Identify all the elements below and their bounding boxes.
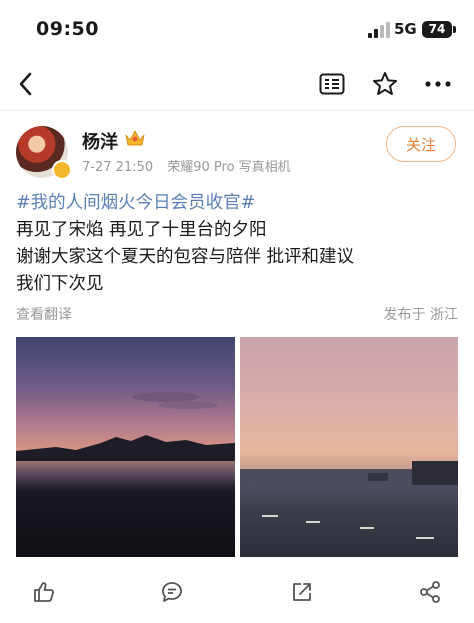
road-marking xyxy=(416,537,434,539)
post-location: 发布于 浙江 xyxy=(383,307,458,323)
battery-icon: 74 xyxy=(422,21,452,38)
thumbs-up-icon xyxy=(34,582,55,602)
back-button[interactable] xyxy=(12,70,40,98)
battery-tip xyxy=(453,26,456,33)
post-line: 我们下次见 xyxy=(16,274,104,294)
comment-button[interactable] xyxy=(158,578,186,606)
comment-icon xyxy=(162,582,182,602)
translate-link[interactable]: 查看翻译 xyxy=(16,304,72,324)
post-photo-1[interactable] xyxy=(16,337,235,557)
reader-mode-icon xyxy=(319,73,345,95)
battery-level: 74 xyxy=(428,22,446,36)
crown-icon xyxy=(125,129,145,146)
cloud-shape xyxy=(132,392,218,409)
road-marking xyxy=(306,521,320,523)
post-line: 谢谢大家这个夏天的包容与陪伴 批评和建议 xyxy=(16,247,355,267)
follow-button[interactable]: 关注 xyxy=(386,126,456,162)
road-marking xyxy=(360,527,374,529)
post-device: 荣耀90 Pro 写真相机 xyxy=(167,160,291,175)
buildings-silhouette xyxy=(240,461,458,485)
road-marking xyxy=(262,515,278,517)
status-bar: 09:50 5G 74 xyxy=(0,0,474,58)
status-time: 09:50 xyxy=(36,18,99,40)
reader-mode-button[interactable] xyxy=(318,70,346,98)
chevron-left-icon xyxy=(19,72,32,96)
translate-row: 查看翻译 发布于 浙江 xyxy=(16,304,458,326)
share-icon xyxy=(420,581,440,603)
like-button[interactable] xyxy=(30,578,58,606)
star-icon xyxy=(373,72,397,95)
post-body: #我的人间烟火今日会员收官# 再见了宋焰 再见了十里台的夕阳 谢谢大家这个夏天的… xyxy=(16,190,460,298)
nav-bar xyxy=(0,58,474,111)
post-date: 7-27 21:50 xyxy=(82,160,154,175)
share-button[interactable] xyxy=(416,578,444,606)
more-dots-icon xyxy=(425,81,451,87)
repost-button[interactable] xyxy=(288,578,316,606)
repost-icon xyxy=(293,583,311,601)
author-row: 杨洋 7-27 21:50 荣耀90 Pro 写真相机 关注 xyxy=(0,118,474,184)
post-meta: 7-27 21:50 荣耀90 Pro 写真相机 xyxy=(82,156,301,175)
post-photo-2[interactable] xyxy=(240,337,458,557)
hills-silhouette xyxy=(16,435,235,461)
signal-icon xyxy=(368,22,390,38)
author-name[interactable]: 杨洋 xyxy=(82,128,118,154)
favorite-button[interactable] xyxy=(371,70,399,98)
network-type: 5G xyxy=(394,20,417,38)
action-bar xyxy=(0,566,474,618)
verified-badge-icon xyxy=(52,160,72,180)
hashtag-link[interactable]: #我的人间烟火今日会员收官# xyxy=(16,190,460,217)
post-line: 再见了宋焰 再见了十里台的夕阳 xyxy=(16,220,267,240)
more-button[interactable] xyxy=(424,70,452,98)
